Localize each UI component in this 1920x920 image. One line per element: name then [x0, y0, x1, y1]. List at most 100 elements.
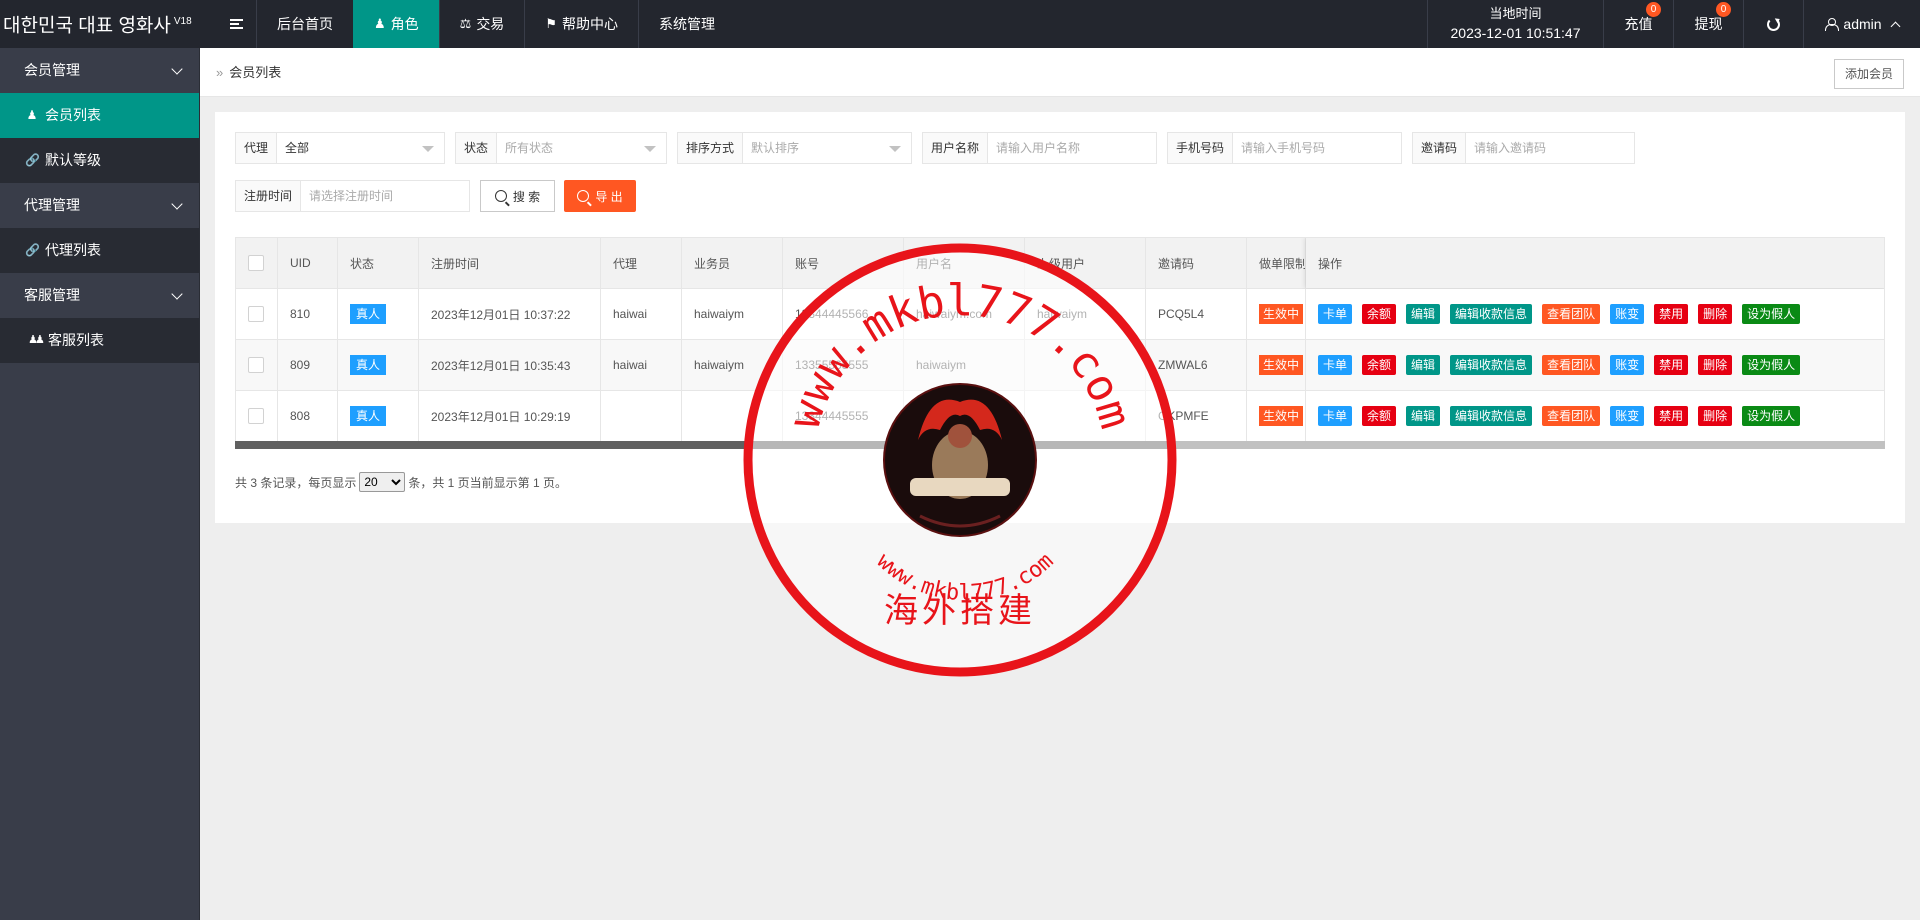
- menu-toggle-icon[interactable]: [216, 0, 256, 48]
- invite-label: 邀请码: [1413, 133, 1467, 163]
- op-button-5[interactable]: 账变: [1610, 355, 1645, 375]
- op-button-5[interactable]: 账变: [1610, 304, 1645, 324]
- op-button-2[interactable]: 编辑: [1406, 406, 1441, 426]
- sidebar-group-agent[interactable]: 代理管理: [0, 183, 199, 228]
- op-button-7[interactable]: 删除: [1698, 355, 1733, 375]
- header-limit[interactable]: 做单限制: [1247, 238, 1306, 288]
- refresh-button[interactable]: [1743, 0, 1803, 48]
- op-button-8[interactable]: 设为假人: [1742, 304, 1801, 324]
- limit-badge: 生效中: [1259, 355, 1304, 375]
- sidebar-group-service[interactable]: 客服管理: [0, 273, 199, 318]
- user-icon: [1825, 17, 1840, 31]
- op-button-7[interactable]: 删除: [1698, 406, 1733, 426]
- double-chevron-icon: »: [216, 65, 224, 80]
- nav-system[interactable]: 系统管理: [637, 0, 735, 48]
- recharge-label: 充值: [1624, 16, 1653, 32]
- sidebar-item-default-level[interactable]: 🔗 默认等级: [0, 138, 199, 183]
- nav-role-label: 角色: [390, 16, 419, 32]
- op-button-4[interactable]: 查看团队: [1542, 355, 1601, 375]
- admin-menu[interactable]: admin: [1803, 0, 1920, 48]
- phone-input[interactable]: 手机号码 请输入手机号码: [1167, 132, 1402, 164]
- nav-role[interactable]: ♟ 角色: [353, 0, 439, 48]
- cell-username: haiwaiym.com: [904, 289, 1025, 339]
- horizontal-scrollbar[interactable]: [235, 441, 1885, 449]
- chevron-down-icon: [171, 288, 183, 300]
- status-select[interactable]: 状态 所有状态: [455, 132, 667, 164]
- row-checkbox-cell: [236, 340, 278, 390]
- table-row: 808 真人 2023年12月01日 10:29:19 13344445555 …: [236, 391, 1884, 442]
- table-row: 810 真人 2023年12月01日 10:37:22 haiwai haiwa…: [236, 289, 1884, 340]
- withdraw-label: 提现: [1694, 16, 1723, 32]
- header-salesman[interactable]: 业务员: [682, 238, 783, 288]
- sidebar: 会员管理 ♟ 会员列表 🔗 默认等级 代理管理 🔗 代理列表 客服管理 ♟♟ 客…: [0, 48, 200, 920]
- op-button-0[interactable]: 卡单: [1318, 355, 1353, 375]
- status-label: 状态: [456, 133, 498, 163]
- op-button-2[interactable]: 编辑: [1406, 355, 1441, 375]
- op-button-8[interactable]: 设为假人: [1742, 355, 1801, 375]
- op-button-1[interactable]: 余额: [1362, 304, 1397, 324]
- cell-account: 13344445566: [783, 289, 904, 339]
- header-regtime[interactable]: 注册时间: [419, 238, 601, 288]
- sidebar-group-member[interactable]: 会员管理: [0, 48, 199, 93]
- op-button-6[interactable]: 禁用: [1654, 355, 1689, 375]
- op-button-3[interactable]: 编辑收款信息: [1450, 304, 1533, 324]
- scrollbar-thumb[interactable]: [235, 441, 1170, 449]
- chevron-up-icon: [1890, 21, 1901, 31]
- op-button-3[interactable]: 编辑收款信息: [1450, 355, 1533, 375]
- sort-select[interactable]: 排序方式 默认排序: [677, 132, 912, 164]
- nav-trade[interactable]: ⚖ 交易: [438, 0, 525, 48]
- op-button-6[interactable]: 禁用: [1654, 304, 1689, 324]
- header-uid[interactable]: UID: [278, 238, 338, 288]
- search-button[interactable]: 搜 索: [480, 180, 555, 212]
- header-account[interactable]: 账号: [783, 238, 904, 288]
- op-button-2[interactable]: 编辑: [1406, 304, 1441, 324]
- link-icon: 🔗: [25, 243, 40, 257]
- seal-bottom-text: www.mkbl777.com: [872, 549, 1059, 606]
- op-button-5[interactable]: 账变: [1610, 406, 1645, 426]
- regtime-placeholder: 请选择注册时间: [309, 189, 394, 203]
- sidebar-item-agent-list[interactable]: 🔗 代理列表: [0, 228, 199, 273]
- op-button-8[interactable]: 设为假人: [1742, 406, 1801, 426]
- cell-status: 真人: [338, 340, 419, 390]
- op-button-4[interactable]: 查看团队: [1542, 406, 1601, 426]
- app-logo[interactable]: 대한민국 대표 영화사 V18: [0, 0, 200, 48]
- invite-input[interactable]: 邀请码 请输入邀请码: [1412, 132, 1635, 164]
- user-icon: ♟: [26, 108, 38, 122]
- header-username[interactable]: 用户名: [904, 238, 1025, 288]
- row-checkbox[interactable]: [248, 408, 264, 424]
- breadcrumb-current[interactable]: 会员列表: [229, 65, 281, 80]
- op-button-4[interactable]: 查看团队: [1542, 304, 1601, 324]
- op-button-0[interactable]: 卡单: [1318, 304, 1353, 324]
- nav-home[interactable]: 后台首页: [256, 0, 353, 48]
- cell-ops: 卡单 余额 编辑 编辑收款信息 查看团队 账变 禁用 删除 设为假人: [1306, 340, 1884, 390]
- regtime-input[interactable]: 注册时间 请选择注册时间: [235, 180, 470, 212]
- page-size-select[interactable]: 20: [359, 472, 406, 492]
- cell-uid: 809: [278, 340, 338, 390]
- op-button-7[interactable]: 删除: [1698, 304, 1733, 324]
- op-button-0[interactable]: 卡单: [1318, 406, 1353, 426]
- add-member-button[interactable]: 添加会员: [1833, 59, 1904, 89]
- header-agent[interactable]: 代理: [601, 238, 682, 288]
- agent-select[interactable]: 代理 全部: [235, 132, 445, 164]
- select-all-checkbox[interactable]: [248, 255, 264, 271]
- sidebar-item-member-list[interactable]: ♟ 会员列表: [0, 93, 199, 138]
- op-button-1[interactable]: 余额: [1362, 355, 1397, 375]
- row-checkbox[interactable]: [248, 306, 264, 322]
- username-input[interactable]: 用户名称 请输入用户名称: [922, 132, 1157, 164]
- sidebar-item-label: 客服列表: [48, 332, 104, 348]
- op-button-6[interactable]: 禁用: [1654, 406, 1689, 426]
- header-status[interactable]: 状态: [338, 238, 419, 288]
- header-invite[interactable]: 邀请码: [1146, 238, 1247, 288]
- sidebar-item-service-list[interactable]: ♟♟ 客服列表: [0, 318, 199, 363]
- row-checkbox-cell: [236, 289, 278, 339]
- withdraw-button[interactable]: 提现 0: [1673, 0, 1743, 48]
- cell-invite: PCQ5L4: [1146, 289, 1247, 339]
- export-button[interactable]: 导 出: [564, 180, 636, 212]
- nav-help[interactable]: ⚑ 帮助中心: [524, 0, 638, 48]
- op-button-3[interactable]: 编辑收款信息: [1450, 406, 1533, 426]
- header-parent[interactable]: 上级用户: [1025, 238, 1146, 288]
- cell-salesman: haiwaiym: [682, 340, 783, 390]
- row-checkbox[interactable]: [248, 357, 264, 373]
- recharge-button[interactable]: 充值 0: [1603, 0, 1673, 48]
- op-button-1[interactable]: 余额: [1362, 406, 1397, 426]
